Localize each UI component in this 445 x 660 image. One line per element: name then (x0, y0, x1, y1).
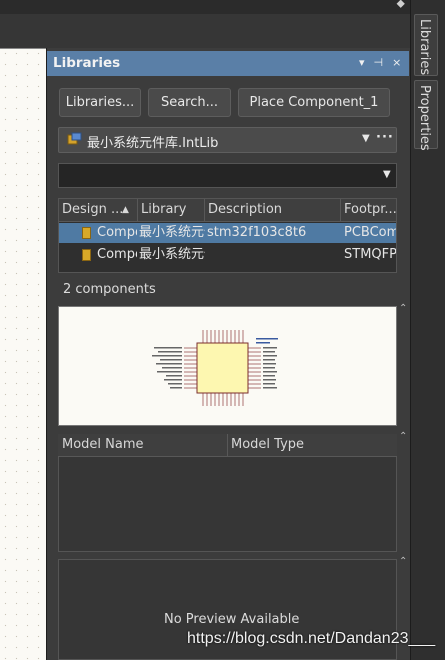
more-icon[interactable]: ··· (376, 130, 394, 145)
cell-library: 最小系统元件 (139, 247, 205, 262)
cell-description (207, 245, 339, 265)
cell-description: stm32f103c8t6 (207, 225, 307, 240)
dock-tab-properties[interactable]: Properties (414, 80, 438, 151)
dock-tab-label: Properties (417, 85, 432, 151)
close-icon[interactable]: × (392, 56, 401, 69)
cell-design: Compone (97, 247, 137, 262)
top-toolbar (0, 0, 445, 14)
pin-icon[interactable]: ⊣ (374, 56, 384, 69)
toolbar-band (0, 14, 410, 48)
column-header-design[interactable]: Design ... ▲ (59, 199, 138, 222)
cell-footprint: PCBComponent (344, 225, 397, 240)
panel-title: Libraries (53, 55, 121, 71)
column-header-model-name[interactable]: Model Name (62, 437, 144, 452)
filter-input[interactable] (58, 163, 397, 188)
column-header-footprint[interactable]: Footpr... (341, 199, 396, 222)
chevron-down-icon[interactable]: ▼ (383, 169, 391, 180)
chip-symbol-preview (152, 330, 278, 406)
cell-footprint: STMQFP48 (344, 247, 397, 262)
watermark-text: https://blog.csdn.net/Dandan23___ (187, 630, 436, 647)
libraries-button[interactable]: Libraries... (59, 88, 141, 117)
column-header-library[interactable]: Library (138, 199, 205, 222)
dock-tab-libraries[interactable]: Libraries (414, 14, 438, 76)
canvas-border (0, 48, 46, 49)
library-select-value: 最小系统元件库.IntLib (87, 136, 219, 151)
sort-ascending-icon: ▲ (122, 205, 129, 215)
cell-design: Compone (97, 225, 137, 240)
component-icon (82, 227, 91, 239)
component-table: Design ... ▲ Library Description Footpr.… (58, 198, 397, 273)
schematic-canvas[interactable] (0, 48, 46, 660)
column-divider[interactable] (227, 434, 228, 457)
integrated-library-icon (67, 132, 82, 145)
collapse-icon[interactable]: ⌃ (399, 303, 407, 314)
chevron-down-icon[interactable]: ▼ (362, 133, 370, 144)
dock-tab-label: Libraries (417, 19, 432, 76)
cell-library: 最小系统元件 (139, 225, 205, 240)
search-button[interactable]: Search... (148, 88, 231, 117)
column-header-model-type[interactable]: Model Type (231, 437, 304, 452)
table-row[interactable]: Compone 最小系统元件 stm32f103c8t6 PCBComponen… (59, 223, 397, 243)
collapse-icon[interactable]: ⌃ (399, 556, 407, 567)
column-header-description[interactable]: Description (205, 199, 341, 222)
no-preview-text: No Preview Available (164, 612, 300, 627)
collapse-icon[interactable]: ⌃ (399, 431, 407, 442)
component-icon (82, 249, 91, 261)
panel-header-buttons: ▾ ⊣ × (350, 56, 401, 69)
place-component-button[interactable]: Place Component_1 (238, 88, 390, 117)
panel-menu-icon[interactable]: ▾ (359, 56, 365, 69)
component-count: 2 components (63, 282, 156, 297)
table-row[interactable]: Compone 最小系统元件 STMQFP48 (59, 245, 397, 265)
